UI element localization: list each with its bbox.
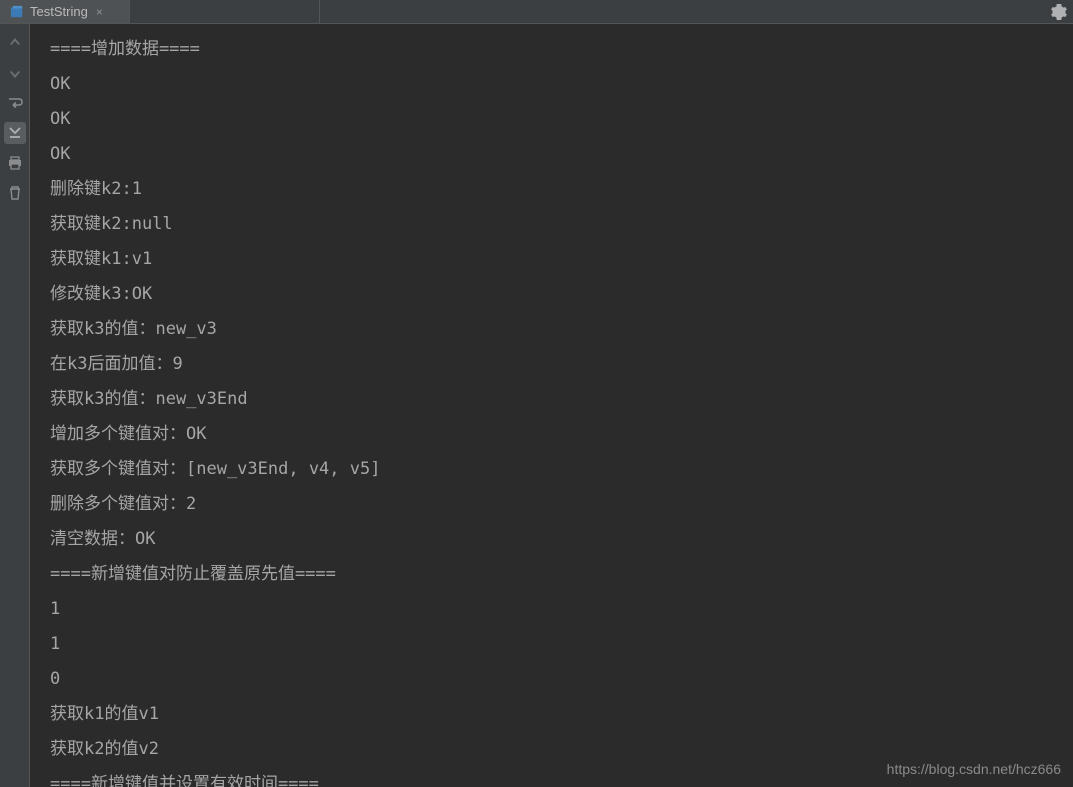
console-line: 获取键k2:null — [50, 207, 1053, 242]
console-line: 1 — [50, 592, 1053, 627]
scroll-to-end-button[interactable] — [4, 122, 26, 144]
watermark: https://blog.csdn.net/hcz666 — [887, 761, 1061, 777]
console-line: 获取k3的值：new_v3End — [50, 382, 1053, 417]
console-line: 获取多个键值对：[new_v3End, v4, v5] — [50, 452, 1053, 487]
console-line: 获取k1的值v1 — [50, 697, 1053, 732]
console-line: ====增加数据==== — [50, 32, 1053, 67]
tab-title: TestString — [30, 4, 88, 19]
arrow-down-icon — [7, 65, 23, 81]
scroll-to-end-icon — [7, 125, 23, 141]
console-line: 删除键k2:1 — [50, 172, 1053, 207]
run-config-icon — [10, 5, 24, 19]
console-output[interactable]: ====增加数据==== OK OK OK 删除键k2:1 获取键k2:null… — [30, 24, 1073, 787]
next-occurrence-button[interactable] — [4, 62, 26, 84]
prev-occurrence-button[interactable] — [4, 32, 26, 54]
soft-wrap-button[interactable] — [4, 92, 26, 114]
console-line: 获取k3的值：new_v3 — [50, 312, 1053, 347]
console-line: OK — [50, 137, 1053, 172]
clear-all-button[interactable] — [4, 182, 26, 204]
print-button[interactable] — [4, 152, 26, 174]
console-line: 获取键k1:v1 — [50, 242, 1053, 277]
trash-icon — [7, 185, 23, 201]
console-line: 在k3后面加值：9 — [50, 347, 1053, 382]
tab-empty-slot — [130, 0, 320, 23]
arrow-up-icon — [7, 35, 23, 51]
console-line: 增加多个键值对：OK — [50, 417, 1053, 452]
tab-spacer — [320, 0, 1045, 23]
console-line: ====新增键值对防止覆盖原先值==== — [50, 557, 1053, 592]
console-gutter — [0, 24, 30, 787]
tab-bar: TestString × — [0, 0, 1073, 24]
console-line: 修改键k3:OK — [50, 277, 1053, 312]
tab-teststring[interactable]: TestString × — [0, 0, 130, 23]
console-line: 0 — [50, 662, 1053, 697]
soft-wrap-icon — [7, 95, 23, 111]
console-line: OK — [50, 102, 1053, 137]
gear-icon — [1051, 4, 1067, 20]
close-icon[interactable]: × — [94, 5, 105, 19]
console-line: 删除多个键值对：2 — [50, 487, 1053, 522]
settings-button[interactable] — [1045, 0, 1073, 23]
print-icon — [7, 155, 23, 171]
console-line: OK — [50, 67, 1053, 102]
content-area: ====增加数据==== OK OK OK 删除键k2:1 获取键k2:null… — [0, 24, 1073, 787]
console-line: 1 — [50, 627, 1053, 662]
console-line: 清空数据：OK — [50, 522, 1053, 557]
